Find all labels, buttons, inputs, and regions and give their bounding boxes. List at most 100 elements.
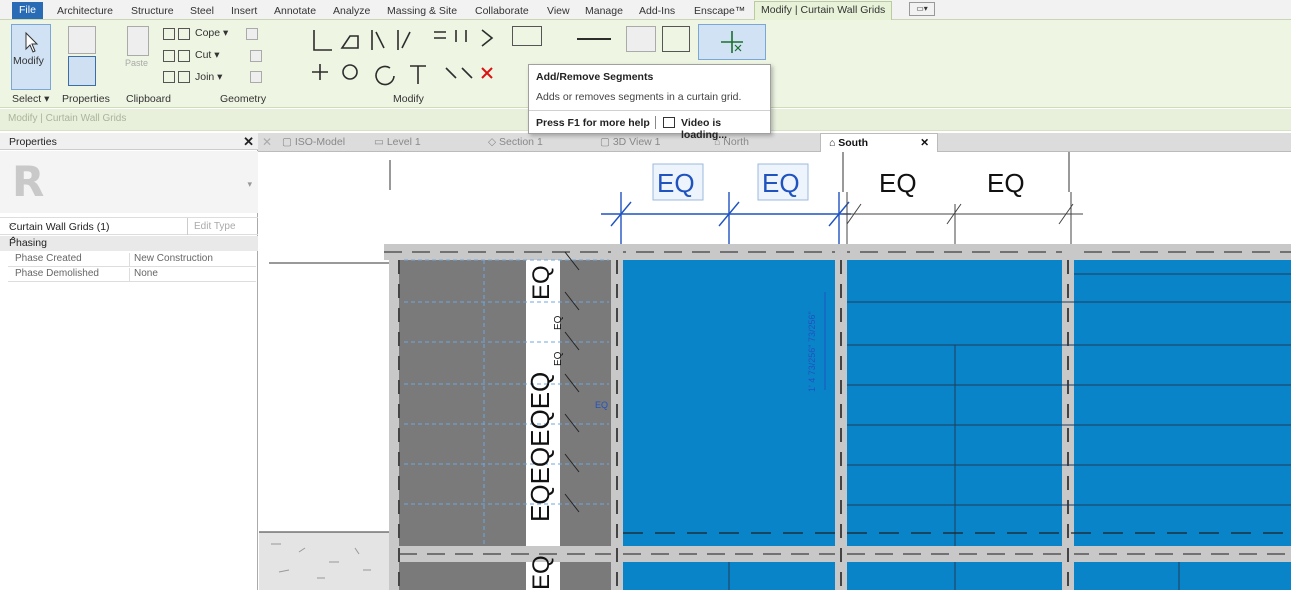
modify-button[interactable]: Modify [11, 24, 51, 90]
cope-button[interactable]: Cope ▾ [195, 27, 228, 39]
tab-label: Section 1 [499, 136, 543, 148]
tab-massing-site[interactable]: Massing & Site [387, 3, 457, 19]
tab-label: Level 1 [386, 136, 421, 148]
tab-modify-curtain-wall-grids[interactable]: Modify | Curtain Wall Grids [754, 1, 893, 20]
type-properties-icon[interactable] [68, 26, 96, 54]
revit-logo-icon: R [12, 157, 45, 206]
split-face-icon[interactable] [246, 28, 258, 40]
split-icon [434, 31, 446, 39]
cut-geometry-icon [178, 50, 190, 62]
array-icon [455, 30, 467, 42]
type-selector-row: Curtain Wall Grids (1) ⌵ Edit Type [0, 217, 258, 235]
blue-temp-dimension-text: 1' 4 73/256" 73/256" [807, 311, 817, 392]
demolish-icon[interactable] [250, 71, 262, 83]
mirror-draw-icon [397, 30, 411, 50]
type-preview[interactable]: R ▾ [0, 151, 258, 213]
tab-manage[interactable]: Manage [585, 3, 623, 19]
ribbon-display-toggle-icon[interactable]: ▭▾ [909, 2, 935, 16]
phasing-category[interactable]: Phasing ⌃ [0, 236, 258, 251]
mirror-axis-icon [371, 30, 385, 50]
tab-iso-model[interactable]: ▢ ISO-Model [282, 133, 345, 152]
vertical-eq-label: EQ [528, 555, 555, 590]
tab-add-ins[interactable]: Add-Ins [639, 3, 675, 19]
paste-label: Paste [125, 58, 149, 68]
join-geometry-icon [178, 71, 190, 83]
tab-file[interactable]: File [12, 2, 43, 19]
add-remove-segments-icon [721, 31, 743, 53]
dimension-icon[interactable] [577, 26, 611, 40]
tab-south[interactable]: ⌂ South ✕ [820, 133, 938, 152]
trim-icon [410, 65, 426, 84]
modify-button-label: Modify [13, 55, 44, 67]
tab-steel[interactable]: Steel [190, 3, 214, 19]
cut-button[interactable]: Cut ▾ [195, 49, 220, 61]
tab-view[interactable]: View [547, 3, 570, 19]
property-row[interactable]: Phase Created New Construction [8, 252, 256, 267]
top-dimension-string-black [843, 192, 1083, 244]
align-icon [313, 30, 332, 51]
eq-dimension-label[interactable]: EQ [762, 168, 800, 198]
pin-icon [445, 67, 457, 79]
chevron-down-icon[interactable]: ▾ [247, 179, 252, 190]
property-key: Phase Created [15, 253, 82, 264]
collapse-icon[interactable]: ⌃ [9, 236, 250, 247]
chevron-down-icon[interactable]: ⌵ [9, 219, 183, 230]
create-group-icon[interactable] [626, 26, 656, 52]
tooltip: Add/Remove Segments Adds or removes segm… [528, 64, 771, 141]
tab-architecture[interactable]: Architecture [57, 3, 113, 19]
select-dropdown[interactable]: Select ▾ [12, 93, 49, 105]
mullion [389, 252, 399, 590]
ribbon-tab-bar: File Architecture Structure Steel Insert… [0, 0, 1291, 20]
create-similar-icon[interactable] [662, 26, 690, 52]
tab-level-1[interactable]: ▭ Level 1 [374, 133, 421, 152]
match-properties-icon[interactable] [163, 71, 175, 83]
tab-section-1[interactable]: ◇ Section 1 [488, 133, 543, 152]
eq-dimension-label[interactable]: EQ [657, 168, 695, 198]
property-value[interactable]: New Construction [129, 253, 247, 267]
elevation-drawing: EQEQEQEQ EQ EQ EQ EQ EQ 1' 4 73/256" 73/… [259, 152, 1291, 590]
join-button[interactable]: Join ▾ [195, 71, 222, 83]
scale-icon [481, 29, 494, 47]
properties-title: Properties [9, 136, 57, 148]
add-remove-segments-button[interactable] [698, 24, 766, 60]
close-icon[interactable]: ✕ [920, 134, 929, 153]
small-eq-label: EQ [553, 315, 564, 330]
drawing-canvas[interactable]: EQEQEQEQ EQ EQ EQ EQ EQ 1' 4 73/256" 73/… [259, 152, 1291, 590]
measure-icon[interactable] [512, 26, 542, 46]
tab-enscape[interactable]: Enscape™ [694, 3, 745, 19]
close-icon[interactable]: ✕ [262, 133, 272, 152]
rotate-icon [375, 65, 395, 86]
property-value[interactable]: None [129, 268, 247, 282]
paste-icon[interactable] [127, 26, 149, 56]
properties-header: Properties ✕ [0, 133, 258, 150]
properties-palette-icon[interactable] [68, 56, 96, 86]
offset-icon [340, 35, 359, 49]
tooltip-description: Adds or removes segments in a curtain gr… [536, 91, 742, 103]
view-tab-bar: ✕ ▢ ISO-Model ▭ Level 1 ◇ Section 1 ▢ 3D… [258, 133, 1291, 152]
tab-insert[interactable]: Insert [231, 3, 257, 19]
close-icon[interactable]: ✕ [243, 134, 254, 150]
copy-icon[interactable] [163, 50, 175, 62]
tooltip-video-text: Video is loading... [681, 117, 728, 141]
paint-icon[interactable] [250, 50, 262, 62]
tab-annotate[interactable]: Annotate [274, 3, 316, 19]
clipboard-group-label: Clipboard [126, 93, 171, 105]
cope-icon [178, 28, 190, 40]
tooltip-vertical-divider [655, 116, 656, 129]
tooltip-title: Add/Remove Segments [536, 71, 654, 83]
property-row[interactable]: Phase Demolished None [8, 267, 256, 282]
tab-collaborate[interactable]: Collaborate [475, 3, 529, 19]
cut-scissors-icon[interactable] [163, 28, 175, 40]
tab-analyze[interactable]: Analyze [333, 3, 370, 19]
tab-label: ISO-Model [294, 136, 346, 148]
edit-type-button[interactable]: Edit Type [194, 221, 236, 232]
unpin-icon [461, 67, 473, 79]
tab-label: South [838, 137, 869, 149]
properties-palette: Properties ✕ R ▾ Curtain Wall Grids (1) … [0, 133, 258, 590]
move-icon [312, 64, 328, 80]
tab-3d-view-1[interactable]: ▢ 3D View 1 [600, 133, 661, 152]
type-selector[interactable]: Curtain Wall Grids (1) ⌵ [0, 218, 188, 235]
tab-structure[interactable]: Structure [131, 3, 174, 19]
floor-plan-icon: ▭ [374, 136, 387, 148]
video-icon [663, 117, 675, 128]
